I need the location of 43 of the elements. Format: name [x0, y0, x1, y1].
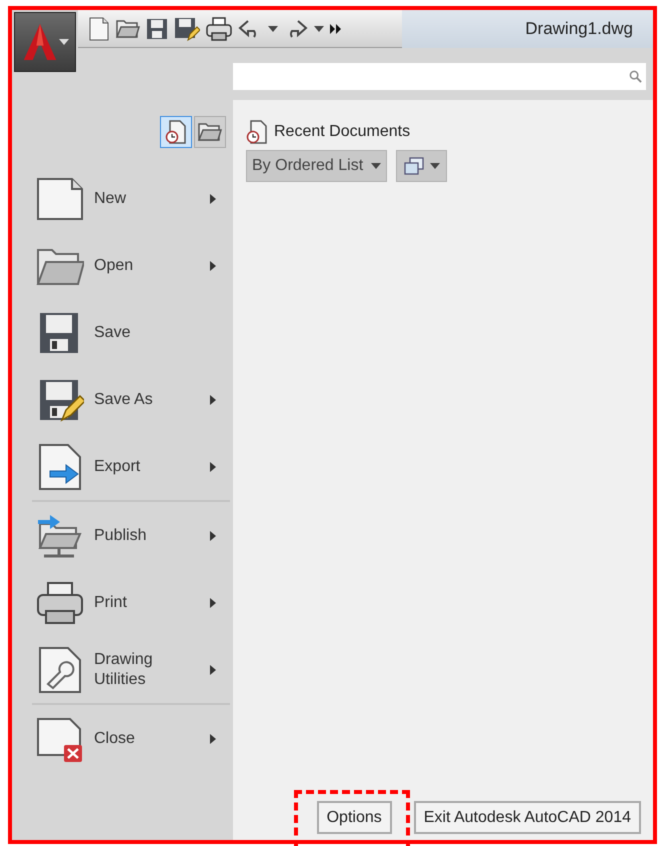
- floppy-disk-pencil-icon[interactable]: [174, 16, 200, 40]
- printer-icon[interactable]: [206, 16, 232, 40]
- stacked-windows-icon: [404, 157, 424, 175]
- submenu-arrow-icon: [210, 260, 216, 270]
- search-field[interactable]: [233, 63, 646, 90]
- options-button[interactable]: Options: [316, 801, 392, 834]
- caret-icon: [58, 39, 68, 45]
- submenu-arrow-icon: [210, 598, 216, 608]
- page-arrow-icon: [36, 442, 84, 490]
- folder-icon[interactable]: [116, 18, 140, 40]
- sort-dropdown[interactable]: By Ordered List: [246, 150, 388, 182]
- submenu-arrow-icon: [210, 462, 216, 472]
- open-documents-toggle[interactable]: [194, 116, 226, 148]
- menu-item[interactable]: Export: [32, 433, 230, 500]
- caret-icon: [371, 163, 382, 169]
- blank-page-icon[interactable]: [88, 16, 110, 40]
- page-clock-icon: [246, 120, 268, 144]
- submenu-arrow-icon: [210, 394, 216, 404]
- submenu-arrow-icon: [210, 664, 216, 674]
- menu-item[interactable]: Save As: [32, 366, 230, 433]
- view-dropdown[interactable]: [396, 150, 448, 182]
- caret-icon: [430, 163, 440, 169]
- more-tools-icon[interactable]: [330, 24, 342, 34]
- a-logo-icon: [22, 22, 58, 62]
- menu-item[interactable]: New: [32, 165, 230, 232]
- menu-item[interactable]: Print: [32, 569, 230, 636]
- submenu-arrow-icon: [210, 734, 216, 744]
- menu-item[interactable]: Close: [32, 705, 230, 772]
- exit-button[interactable]: Exit Autodesk AutoCAD 2014: [414, 801, 641, 834]
- submenu-arrow-icon: [210, 194, 216, 204]
- window-title: Drawing1.dwg: [525, 18, 633, 40]
- recent-documents-toggle[interactable]: [160, 116, 192, 148]
- page-wrench-icon: [36, 646, 84, 694]
- menu-item[interactable]: Publish: [32, 502, 230, 569]
- caret-icon: [268, 26, 278, 32]
- application-menu-button[interactable]: [14, 12, 76, 72]
- caret-icon: [314, 26, 324, 32]
- panel-title: Recent Documents: [274, 122, 410, 142]
- menu-item[interactable]: Drawing Utilities: [32, 636, 230, 703]
- menu-item[interactable]: Save: [32, 299, 230, 366]
- menu-item[interactable]: Open: [32, 232, 230, 299]
- search-icon: [629, 70, 642, 83]
- submenu-arrow-icon: [210, 530, 216, 540]
